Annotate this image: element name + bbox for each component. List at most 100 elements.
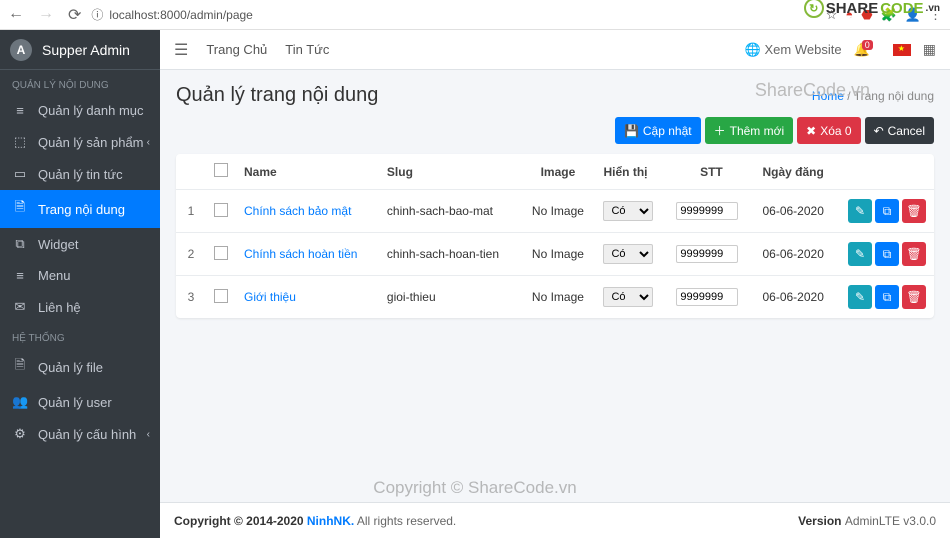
sidebar-item-icon: 🗎 — [12, 198, 28, 220]
menu-toggle-icon[interactable]: ☰ — [174, 40, 188, 60]
edit-button[interactable]: ✎ — [848, 199, 872, 223]
brand-logo: A — [10, 39, 32, 61]
globe-icon: 🌐 — [745, 42, 761, 57]
bell-icon[interactable]: 🔔0 — [854, 42, 881, 58]
delete-row-button[interactable]: 🗑 — [902, 199, 926, 223]
sidebar-item-label: Trang nội dung — [38, 202, 125, 217]
sidebar-section-content: QUẢN LÝ NỘI DUNG — [0, 70, 160, 95]
sidebar-item-label: Quản lý file — [38, 360, 103, 375]
sidebar-item[interactable]: 🗎 Trang nội dung — [0, 190, 160, 228]
row-slug: chinh-sach-hoan-tien — [379, 233, 520, 276]
edit-button[interactable]: ✎ — [848, 285, 872, 309]
sidebar-item[interactable]: ≡ Menu — [0, 260, 160, 291]
copy-icon: ⧉ — [883, 247, 892, 262]
trash-icon: 🗑 — [906, 204, 921, 218]
save-icon: 💾 — [624, 124, 639, 138]
sidebar-item-icon: 🗎 — [12, 356, 28, 378]
edit-button[interactable]: ✎ — [848, 242, 872, 266]
row-checkbox[interactable] — [214, 246, 228, 260]
sidebar-item-label: Quản lý danh mục — [38, 103, 144, 118]
topnav-home[interactable]: Trang Chủ — [206, 42, 267, 57]
trash-icon: 🗑 — [906, 247, 921, 261]
sidebar-item-label: Widget — [38, 237, 78, 252]
sidebar: A Supper Admin QUẢN LÝ NỘI DUNG ≡Quản lý… — [0, 30, 160, 538]
trash-icon: 🗑 — [906, 290, 921, 304]
sidebar-item-icon: ≡ — [12, 268, 28, 283]
row-name-link[interactable]: Chính sách bảo mật — [244, 204, 351, 218]
plus-icon: ＋ — [714, 122, 726, 139]
row-order-input[interactable] — [676, 288, 738, 306]
undo-icon: ↶ — [874, 124, 884, 138]
row-order-input[interactable] — [676, 245, 738, 263]
row-date: 06-06-2020 — [754, 233, 840, 276]
back-icon[interactable]: ← — [8, 5, 24, 25]
sidebar-item[interactable]: ⬚Quản lý sản phẩm‹ — [0, 126, 160, 158]
sidebar-item[interactable]: ⧉Widget — [0, 228, 160, 260]
copy-button[interactable]: ⧉ — [875, 285, 899, 309]
sidebar-item-label: Quản lý user — [38, 395, 112, 410]
sidebar-item[interactable]: ▭Quản lý tin tức — [0, 158, 160, 190]
row-checkbox[interactable] — [214, 203, 228, 217]
sidebar-item[interactable]: 🗎 Quản lý file — [0, 348, 160, 386]
chevron-left-icon: ‹ — [147, 429, 150, 440]
delete-button[interactable]: ✖Xóa 0 — [797, 117, 860, 144]
row-name-link[interactable]: Chính sách hoàn tiền — [244, 247, 357, 261]
row-image: No Image — [520, 233, 595, 276]
x-icon: ✖ — [806, 124, 816, 138]
row-slug: chinh-sach-bao-mat — [379, 190, 520, 233]
sidebar-item[interactable]: ≡Quản lý danh mục — [0, 95, 160, 126]
sidebar-item[interactable]: ⚙ Quản lý cấu hình ‹ — [0, 418, 160, 450]
update-button[interactable]: 💾Cập nhật — [615, 117, 701, 144]
copy-button[interactable]: ⧉ — [875, 242, 899, 266]
sidebar-item[interactable]: 👥 Quản lý user — [0, 386, 160, 418]
delete-row-button[interactable]: 🗑 — [902, 285, 926, 309]
sidebar-item[interactable]: ✉ Liên hệ — [0, 291, 160, 323]
row-visible-select[interactable]: Có — [603, 201, 653, 221]
sidebar-item-icon: ⚙ — [12, 426, 28, 442]
table-row: 2 Chính sách hoàn tiền chinh-sach-hoan-t… — [176, 233, 934, 276]
forward-icon[interactable]: → — [38, 5, 54, 25]
select-all-checkbox[interactable] — [214, 163, 228, 177]
col-order: STT — [668, 154, 754, 190]
view-site-link[interactable]: 🌐 Xem Website — [745, 42, 842, 58]
row-index: 3 — [176, 276, 206, 319]
info-icon[interactable]: ⓘ — [91, 6, 103, 23]
col-slug: Slug — [379, 154, 520, 190]
data-table: Name Slug Image Hiển thị STT Ngày đăng 1… — [176, 154, 934, 318]
row-date: 06-06-2020 — [754, 276, 840, 319]
delete-row-button[interactable]: 🗑 — [902, 242, 926, 266]
row-visible-select[interactable]: Có — [603, 244, 653, 264]
add-button[interactable]: ＋Thêm mới — [705, 117, 794, 144]
grid-icon[interactable]: ▦ — [923, 41, 936, 58]
row-visible-select[interactable]: Có — [603, 287, 653, 307]
topnav-news[interactable]: Tin Tức — [285, 42, 329, 57]
sidebar-item-icon: ✉ — [12, 299, 28, 315]
brand[interactable]: A Supper Admin — [0, 30, 160, 70]
pencil-icon: ✎ — [855, 204, 865, 218]
row-slug: gioi-thieu — [379, 276, 520, 319]
sidebar-item-icon: 👥 — [12, 394, 28, 410]
cancel-button[interactable]: ↶Cancel — [865, 117, 934, 144]
sidebar-section-system: HỆ THỐNG — [0, 323, 160, 348]
sidebar-item-label: Liên hệ — [38, 300, 81, 315]
col-visible: Hiển thị — [595, 154, 668, 190]
sidebar-item-label: Quản lý cấu hình — [38, 427, 136, 442]
copy-button[interactable]: ⧉ — [875, 199, 899, 223]
footer: Copyright © 2014-2020 NinhNK. All rights… — [160, 502, 950, 538]
watermark-top: ShareCode.vn — [755, 80, 870, 101]
reload-icon[interactable]: ⟳ — [68, 5, 81, 25]
copy-icon: ⧉ — [883, 290, 892, 305]
row-name-link[interactable]: Giới thiệu — [244, 290, 296, 304]
topbar: ☰ Trang Chủ Tin Tức 🌐 Xem Website 🔔0 ▦ — [160, 30, 950, 70]
data-table-card: Name Slug Image Hiển thị STT Ngày đăng 1… — [176, 154, 934, 318]
table-row: 1 Chính sách bảo mật chinh-sach-bao-mat … — [176, 190, 934, 233]
row-checkbox[interactable] — [214, 289, 228, 303]
flag-vn-icon[interactable] — [893, 44, 911, 56]
sharecode-logo: ↻ SHARECODE.vn — [804, 0, 940, 18]
sidebar-item-icon: ⬚ — [12, 134, 28, 150]
sidebar-item-label: Menu — [38, 268, 71, 283]
row-order-input[interactable] — [676, 202, 738, 220]
col-name: Name — [236, 154, 379, 190]
footer-brand-link[interactable]: NinhNK. — [307, 514, 354, 528]
col-image: Image — [520, 154, 595, 190]
